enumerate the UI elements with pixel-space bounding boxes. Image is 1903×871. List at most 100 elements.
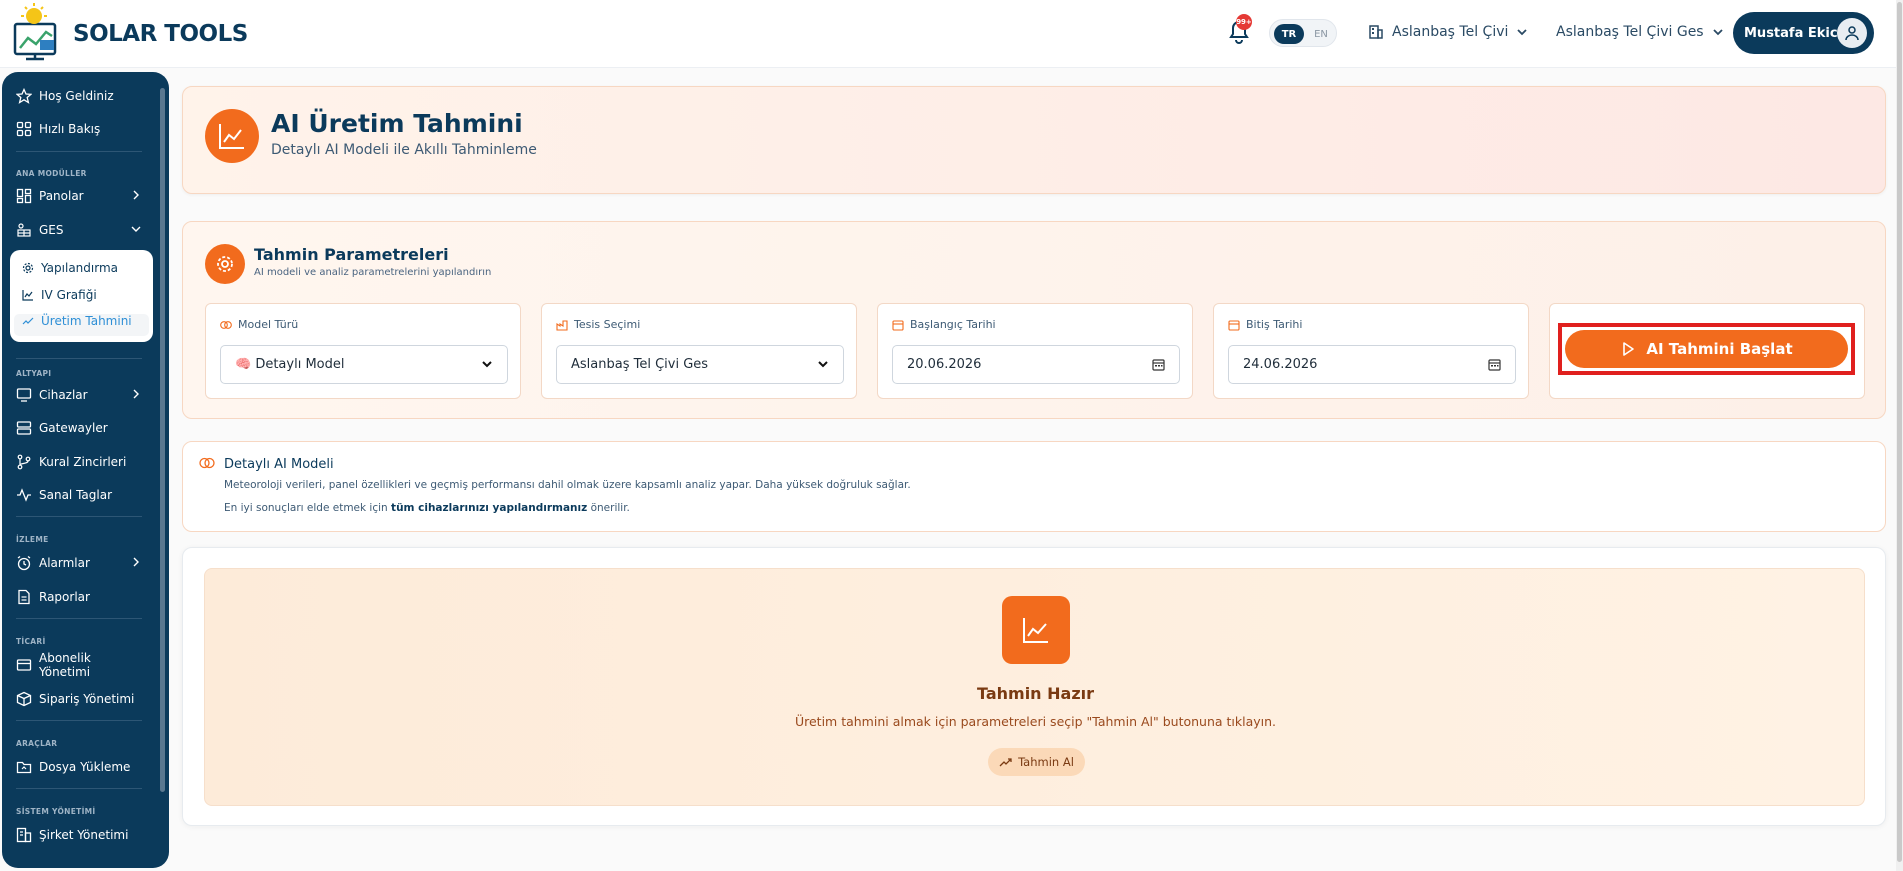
sidebar-item-welcome[interactable]: Hoş Geldiniz [16,85,141,107]
chevron-right-icon [131,557,141,567]
gear-icon [205,244,245,284]
model-info-card: Detaylı AI Modeli Meteoroloji verileri, … [182,441,1886,532]
language-toggle[interactable]: TR EN [1269,19,1337,47]
start-forecast-container: AI Tahmini Başlat [1549,303,1865,399]
git-branch-icon [16,454,32,470]
submenu-item-configuration[interactable]: Yapılandırma [22,258,118,278]
server-icon [16,420,32,436]
sidebar-section-main: ANA MODÜLLER [16,169,87,178]
select-value: 🧠 Detaylı Model [235,357,345,372]
page-title: AI Üretim Tahmini [271,109,523,138]
button-label: Tahmin Al [1018,755,1074,769]
section-subtitle: AI modeli ve analiz parametrelerini yapı… [254,267,492,278]
input-value: 20.06.2026 [907,357,982,372]
sidebar-item-ges[interactable]: GES [16,219,141,241]
sidebar-item-reports[interactable]: Raporlar [16,586,141,608]
get-forecast-button[interactable]: Tahmin Al [988,748,1085,776]
page-scrollbar[interactable] [1896,0,1903,871]
solar-tools-logo-icon[interactable] [12,2,66,62]
facility-select[interactable]: Aslanbaş Tel Çivi Ges [556,345,844,384]
play-icon [1620,341,1636,357]
sidebar-item-rule-chains[interactable]: Kural Zincirleri [16,451,141,473]
ges-submenu: Yapılandırma IV Grafiği Üretim Tahmini [10,250,153,342]
sidebar-item-virtual-tags[interactable]: Sanal Taglar [16,484,141,506]
forecast-ready-title: Tahmin Hazır [976,684,1095,703]
model-type-select[interactable]: 🧠 Detaylı Model [220,345,508,384]
site-selector[interactable]: Aslanbaş Tel Çivi Ges [1556,20,1724,44]
sidebar: Hoş Geldiniz Hızlı Bakış ANA MODÜLLER Pa… [2,72,169,868]
sidebar-section-monitoring: İZLEME [16,535,49,544]
chevron-right-icon [131,190,141,200]
line-chart-icon [205,109,259,163]
sidebar-divider [16,720,142,721]
calendar-icon[interactable] [1152,358,1165,371]
sidebar-item-devices[interactable]: Cihazlar [16,384,141,406]
sidebar-item-company-management[interactable]: Şirket Yönetimi [16,824,141,846]
field-label-text: Bitiş Tarihi [1246,318,1303,331]
chevron-down-icon [817,358,829,370]
start-date-label: Başlangıç Tarihi [892,318,996,331]
brain-icon [220,319,232,331]
submenu-item-production-forecast[interactable]: Üretim Tahmini [22,311,132,331]
sidebar-item-label: Hoş Geldiniz [39,89,114,103]
page-scrollbar-thumb[interactable] [1897,2,1902,862]
site-name: Aslanbaş Tel Çivi Ges [1556,24,1704,40]
sidebar-item-quick-view[interactable]: Hızlı Bakış [16,118,141,140]
lang-en-option[interactable]: EN [1308,24,1334,44]
model-info-title: Detaylı AI Modeli [224,457,334,472]
recommendation-bold: tüm cihazlarınızı yapılandırmanız [391,502,588,514]
top-header: SOLAR TOOLS 99+ TR EN Aslanbaş Tel Çivi … [0,0,1903,68]
sidebar-item-label: Hızlı Bakış [39,122,101,136]
line-chart-icon [1002,596,1070,664]
sidebar-item-subscription[interactable]: Abonelik Yönetimi [16,651,141,679]
line-chart-icon [22,289,34,301]
company-selector[interactable]: Aslanbaş Tel Çivi [1368,20,1528,44]
chevron-down-icon [131,224,141,234]
sidebar-item-panels[interactable]: Panolar [16,185,141,207]
monitor-icon [16,387,32,403]
sidebar-scrollbar[interactable] [160,88,165,792]
calendar-icon [1228,319,1240,331]
sidebar-item-file-upload[interactable]: Dosya Yükleme [16,756,141,778]
trending-up-icon [22,315,34,327]
file-text-icon [16,589,32,605]
start-ai-forecast-button[interactable]: AI Tahmini Başlat [1565,330,1848,368]
forecast-ready-subtitle: Üretim tahmini almak için parametreleri … [794,714,1277,729]
sidebar-section-infra: ALTYAPI [16,369,52,378]
model-info-description: Meteoroloji verileri, panel özellikleri … [224,479,911,491]
field-label-text: Model Türü [238,318,299,331]
page-hero-card: AI Üretim Tahmini Detaylı AI Modeli ile … [182,86,1886,194]
calendar-icon [892,319,904,331]
alarm-clock-icon [16,555,32,571]
star-icon [16,88,32,104]
submenu-item-iv-chart[interactable]: IV Grafiği [22,285,97,305]
sidebar-item-label: Raporlar [39,590,90,604]
sidebar-item-gateways[interactable]: Gatewayler [16,417,141,439]
sidebar-item-label: Kural Zincirleri [39,455,127,469]
submenu-item-label: IV Grafiği [41,288,97,302]
sidebar-item-label: Dosya Yükleme [39,760,131,774]
calendar-icon[interactable] [1488,358,1501,371]
sidebar-item-label: Şirket Yönetimi [39,828,129,842]
forecast-parameters-card: Tahmin Parametreleri AI modeli ve analiz… [182,221,1886,419]
notification-count-badge: 99+ [1236,14,1252,30]
dashboard-icon [16,188,32,204]
field-label-text: Başlangıç Tarihi [910,318,996,331]
section-title: Tahmin Parametreleri [254,245,449,264]
lang-tr-option[interactable]: TR [1274,24,1304,44]
end-date-input[interactable]: 24.06.2026 [1228,345,1516,384]
trending-up-icon [999,756,1012,769]
sidebar-item-label: Sanal Taglar [39,488,113,502]
sidebar-item-label: Gatewayler [39,421,108,435]
folder-upload-icon [16,759,32,775]
sidebar-item-alarms[interactable]: Alarmlar [16,552,141,574]
model-type-label: Model Türü [220,318,298,331]
forecast-result-card: Tahmin Hazır Üretim tahmini almak için p… [182,547,1886,826]
user-menu-button[interactable]: Mustafa Ekici [1733,12,1874,54]
chevron-down-icon [481,358,493,370]
app-logo-text: SOLAR TOOLS [73,21,248,47]
user-name: Mustafa Ekici [1744,25,1843,41]
start-date-input[interactable]: 20.06.2026 [892,345,1180,384]
sidebar-item-orders[interactable]: Sipariş Yönetimi [16,688,141,710]
submenu-item-label: Yapılandırma [41,261,118,275]
